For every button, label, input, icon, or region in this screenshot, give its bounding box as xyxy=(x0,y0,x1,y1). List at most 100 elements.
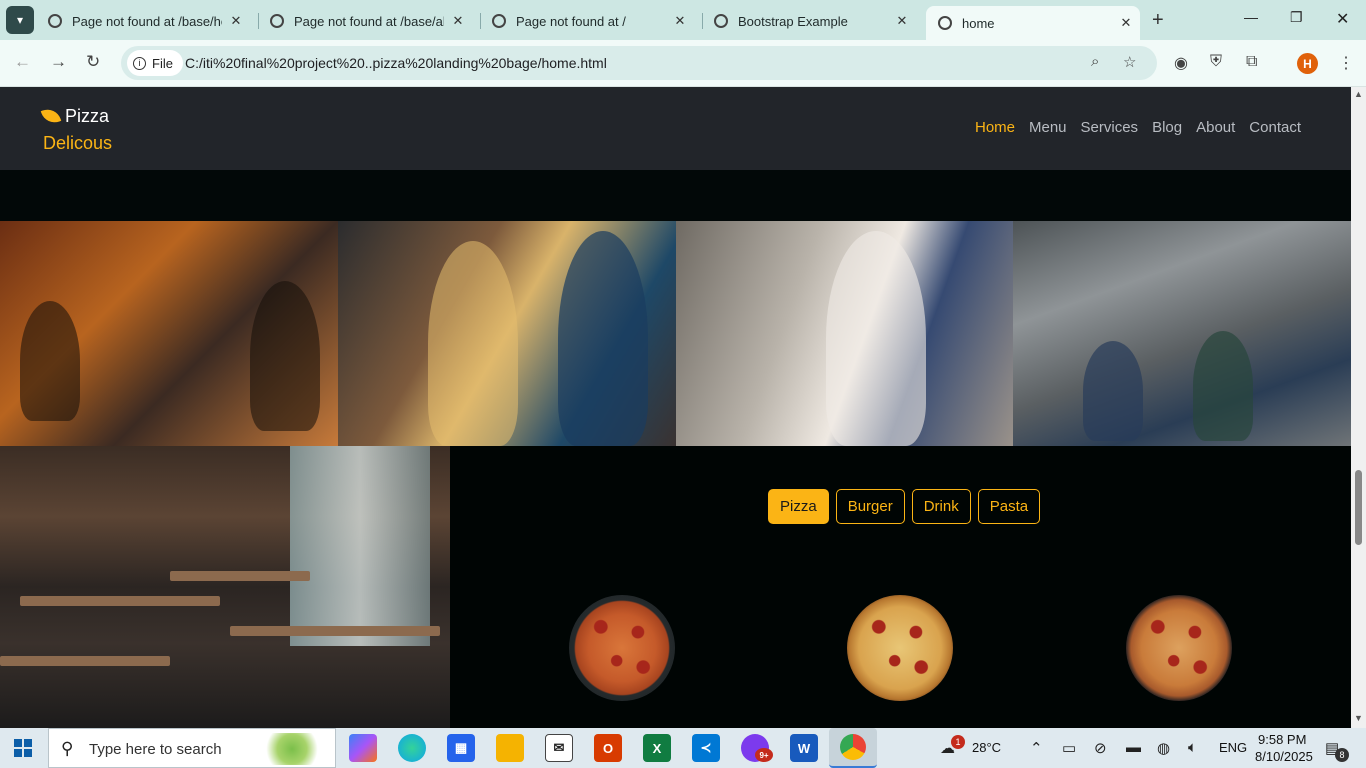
nav-link-home[interactable]: Home xyxy=(975,119,1015,136)
close-icon[interactable]: ✕ xyxy=(894,13,910,29)
copilot-icon[interactable] xyxy=(349,734,377,762)
browser-tab[interactable]: Page not found at /base/abo ✕ xyxy=(258,6,480,36)
close-icon[interactable]: ✕ xyxy=(450,13,466,29)
menu-filter-group: Pizza Burger Drink Pasta xyxy=(768,489,1041,524)
sliced-pizza-image[interactable] xyxy=(569,595,675,701)
word-icon[interactable]: W xyxy=(790,734,818,762)
notification-count: 8 xyxy=(1335,748,1349,762)
shield-icon[interactable]: ⛨ xyxy=(1210,53,1222,71)
zoom-icon[interactable]: ⌕ xyxy=(1091,53,1099,70)
globe-icon xyxy=(938,16,952,30)
avatar[interactable]: H xyxy=(1297,53,1318,74)
excel-icon[interactable]: X xyxy=(643,734,671,762)
pizza-slice-icon xyxy=(40,105,62,127)
tab-search-button[interactable]: ▾ xyxy=(6,6,34,34)
app-badge: 9+ xyxy=(755,748,773,762)
restore-button[interactable]: ❐ xyxy=(1290,9,1303,26)
nav-link-blog[interactable]: Blog xyxy=(1152,119,1182,136)
filter-pasta-button[interactable]: Pasta xyxy=(977,489,1041,524)
chrome-icon xyxy=(840,734,866,760)
language-indicator[interactable]: ENG xyxy=(1219,740,1247,755)
windows-start-icon[interactable] xyxy=(14,739,32,757)
supreme-pizza-image[interactable] xyxy=(1126,595,1232,701)
mail-icon[interactable]: ✉ xyxy=(545,734,573,762)
clock-time[interactable]: 9:58 PM xyxy=(1258,732,1306,747)
office-icon[interactable]: O xyxy=(594,734,622,762)
windows-taskbar: ⚲ Type here to search ▦ ✉ O X ≺ 9+ W ☁ 1… xyxy=(0,728,1366,768)
back-button[interactable]: ← xyxy=(14,52,31,72)
chat-app-icon[interactable]: 9+ xyxy=(741,734,773,762)
browser-tab-bar: ▾ Page not found at /base/hor ✕ Page not… xyxy=(0,0,1366,40)
site-info-chip[interactable]: i File xyxy=(127,50,183,76)
close-icon[interactable]: ✕ xyxy=(228,13,244,29)
barista-payment-photo xyxy=(676,221,1013,446)
filter-burger-button[interactable]: Burger xyxy=(835,489,905,524)
close-icon[interactable]: ✕ xyxy=(1118,15,1134,31)
gallery-row xyxy=(0,221,1351,446)
network-off-icon[interactable]: ⊘ xyxy=(1094,739,1107,757)
tab-title: Bootstrap Example xyxy=(738,13,848,29)
brand-logo[interactable]: Pizza Delicous xyxy=(40,103,113,157)
browser-tab-active[interactable]: home ✕ xyxy=(926,6,1140,40)
meet-now-icon[interactable]: ▭ xyxy=(1062,739,1076,757)
nav-link-contact[interactable]: Contact xyxy=(1249,119,1301,136)
search-highlight-art xyxy=(259,733,325,765)
info-icon: i xyxy=(133,56,146,70)
globe-icon xyxy=(492,14,506,28)
nav-link-about[interactable]: About xyxy=(1196,119,1235,136)
weather-badge: 1 xyxy=(951,735,965,749)
filter-pizza-button[interactable]: Pizza xyxy=(768,489,829,524)
reload-button[interactable]: ↻ xyxy=(86,52,100,72)
volume-icon[interactable]: 🔈︎ xyxy=(1188,739,1197,756)
close-window-button[interactable]: ✕ xyxy=(1336,9,1349,29)
scroll-thumb[interactable] xyxy=(1355,470,1362,545)
browser-tab[interactable]: Page not found at / ✕ xyxy=(480,6,702,36)
globe-icon xyxy=(270,14,284,28)
scroll-up-icon[interactable]: ▲ xyxy=(1354,89,1363,99)
brand-word-1: Pizza xyxy=(65,106,110,126)
pepperoni-pizza-image[interactable] xyxy=(847,595,953,701)
address-bar[interactable]: i File C:/iti%20final%20project%20..pizz… xyxy=(121,46,1157,80)
tab-title: Page not found at / xyxy=(516,13,626,29)
scroll-down-icon[interactable]: ▼ xyxy=(1354,713,1363,723)
group-dining-photo xyxy=(0,221,338,446)
chrome-taskbar-button[interactable] xyxy=(829,728,877,768)
search-icon: ⚲ xyxy=(61,739,74,758)
vscode-icon[interactable]: ≺ xyxy=(692,734,720,762)
url-text[interactable]: C:/iti%20final%20project%20..pizza%20lan… xyxy=(185,55,607,71)
browser-tab[interactable]: Page not found at /base/hor ✕ xyxy=(36,6,258,36)
temperature-text[interactable]: 28°C xyxy=(972,740,1001,755)
search-placeholder: Type here to search xyxy=(89,741,222,758)
close-icon[interactable]: ✕ xyxy=(672,13,688,29)
bookmark-star-icon[interactable]: ☆ xyxy=(1123,53,1136,71)
taskbar-search[interactable]: ⚲ Type here to search xyxy=(48,728,336,768)
clock-date[interactable]: 8/10/2025 xyxy=(1255,749,1313,764)
extension-icon[interactable]: ◉ xyxy=(1174,53,1188,73)
globe-network-icon[interactable]: ◍ xyxy=(1157,739,1170,757)
forward-button[interactable]: → xyxy=(50,52,67,72)
tab-title: Page not found at /base/abo xyxy=(294,13,444,29)
browser-toolbar: ← → ↻ i File C:/iti%20final%20project%20… xyxy=(0,40,1366,87)
nav-link-services[interactable]: Services xyxy=(1081,119,1139,136)
cafe-kitchen-overhead-photo xyxy=(1013,221,1351,446)
chevron-up-icon[interactable]: ⌃ xyxy=(1030,739,1043,757)
nav-link-menu[interactable]: Menu xyxy=(1029,119,1067,136)
tab-title: Page not found at /base/hor xyxy=(72,13,222,29)
new-tab-button[interactable]: + xyxy=(1152,9,1164,32)
puzzle-extensions-icon[interactable]: ⧉ xyxy=(1246,53,1257,71)
kebab-menu-icon[interactable]: ⋮ xyxy=(1338,53,1354,73)
store-icon[interactable]: ▦ xyxy=(447,734,475,762)
battery-icon[interactable]: ▬ xyxy=(1126,739,1141,756)
filter-drink-button[interactable]: Drink xyxy=(911,489,971,524)
site-navbar: Pizza Delicous Home Menu Services Blog A… xyxy=(0,87,1351,170)
page-scrollbar[interactable]: ▲ ▼ xyxy=(1351,87,1366,728)
edge-icon[interactable] xyxy=(398,734,426,762)
brand-word-2: Delicous xyxy=(43,133,113,153)
browser-tab[interactable]: Bootstrap Example ✕ xyxy=(702,6,924,36)
globe-icon xyxy=(714,14,728,28)
globe-icon xyxy=(48,14,62,28)
minimize-button[interactable]: — xyxy=(1244,9,1258,25)
couple-laughing-photo xyxy=(338,221,676,446)
menu-section: Pizza Burger Drink Pasta xyxy=(450,446,1351,728)
file-explorer-icon[interactable] xyxy=(496,734,524,762)
